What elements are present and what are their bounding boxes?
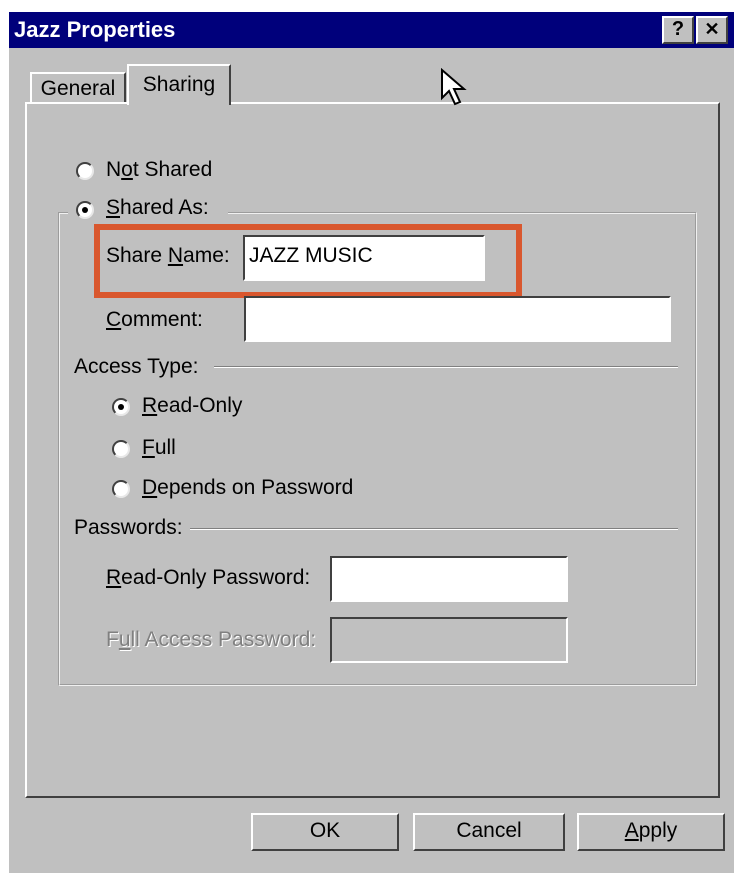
help-button[interactable]: ? (662, 16, 694, 44)
full-access-password-input (330, 617, 568, 663)
comment-label: Comment: (106, 308, 203, 331)
read-only-password-input[interactable] (330, 556, 568, 602)
shared-as-label[interactable]: Shared As: (106, 196, 209, 220)
active-tab-join (129, 102, 229, 105)
tab-general[interactable]: General (30, 72, 126, 104)
access-type-label: Access Type: (74, 355, 199, 378)
full-label[interactable]: Full (142, 436, 176, 460)
passwords-divider (190, 528, 678, 530)
depends-on-password-label[interactable]: Depends on Password (142, 476, 353, 500)
full-access-password-label: Full Access Password: (106, 628, 317, 651)
ok-button[interactable]: OK (251, 813, 399, 851)
title-bar: Jazz Properties ? ✕ (9, 12, 734, 48)
not-shared-label[interactable]: Not Shared (106, 158, 212, 182)
not-shared-radio[interactable] (76, 162, 94, 180)
window-title: Jazz Properties (14, 17, 176, 42)
read-only-label[interactable]: Read-Only (142, 394, 242, 418)
tab-sharing-label: Sharing (142, 73, 216, 96)
access-type-divider (214, 366, 678, 368)
tab-sharing[interactable]: Sharing (127, 64, 231, 105)
shared-as-radio-dot (82, 207, 88, 213)
shared-as-radio[interactable] (76, 201, 94, 219)
read-only-password-label: Read-Only Password: (106, 566, 311, 589)
close-button[interactable]: ✕ (696, 16, 728, 44)
depends-on-password-radio[interactable] (112, 480, 130, 498)
cancel-button[interactable]: Cancel (413, 813, 565, 851)
comment-input[interactable] (244, 296, 671, 342)
passwords-label: Passwords: (74, 516, 183, 539)
tab-general-label: General (40, 77, 116, 100)
highlight-box (94, 224, 522, 298)
mouse-pointer-icon (441, 68, 467, 106)
apply-button[interactable]: Apply (577, 813, 725, 851)
read-only-radio[interactable] (112, 398, 130, 416)
full-radio[interactable] (112, 440, 130, 458)
read-only-radio-dot (118, 404, 124, 410)
